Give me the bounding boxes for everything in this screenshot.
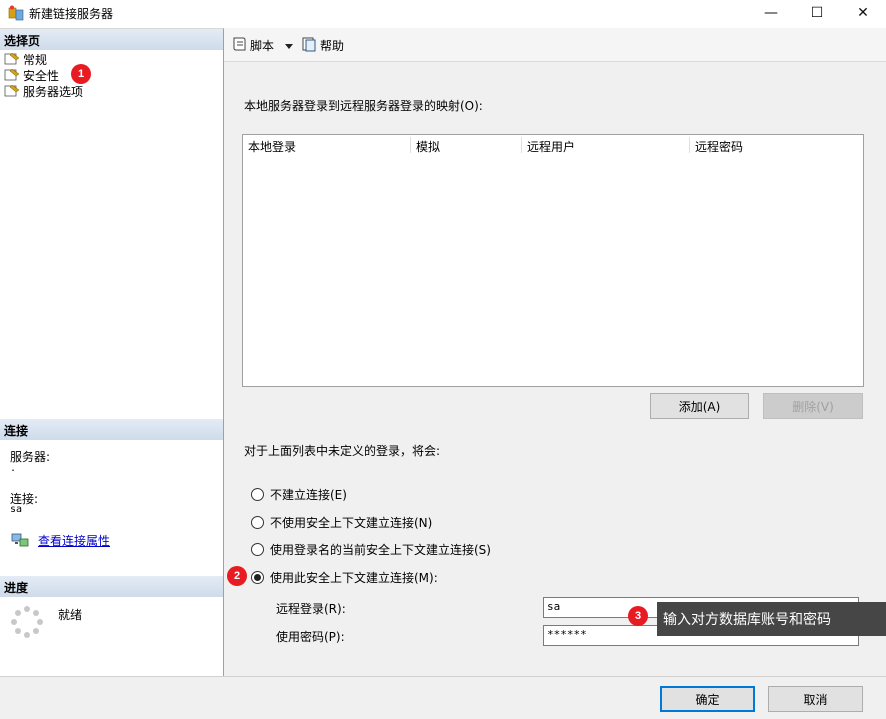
- script-icon: [231, 36, 247, 55]
- annotation-tooltip: 输入对方数据库账号和密码: [657, 602, 886, 636]
- help-label: 帮助: [320, 39, 345, 53]
- annotation-badge-2: 2: [227, 566, 247, 586]
- script-label: 脚本: [250, 39, 275, 53]
- radio-button[interactable]: [251, 488, 264, 501]
- help-icon: [301, 36, 317, 55]
- connection-properties-icon: [11, 532, 29, 551]
- page-item-label: 常规: [23, 52, 48, 67]
- radio-label: 不使用安全上下文建立连接(N): [270, 516, 433, 530]
- remove-button[interactable]: 删除(V): [763, 393, 863, 419]
- mapping-label: 本地服务器登录到远程服务器登录的映射(O):: [244, 99, 483, 113]
- maximize-button[interactable]: ☐: [794, 0, 840, 26]
- script-button[interactable]: 脚本: [231, 36, 274, 55]
- annotation-badge-3: 3: [628, 606, 648, 626]
- connection-header: 连接: [0, 419, 223, 440]
- radio-current-security-context[interactable]: 使用登录名的当前安全上下文建立连接(S): [251, 541, 491, 558]
- page-item-server-options[interactable]: 服务器选项: [4, 83, 83, 99]
- page-icon: [4, 52, 20, 66]
- radio-button[interactable]: [251, 543, 264, 556]
- login-mapping-grid[interactable]: 本地登录 模拟 远程用户 远程密码: [242, 134, 864, 387]
- page-item-label: 安全性: [23, 68, 60, 83]
- column-header-impersonate[interactable]: 模拟: [416, 138, 440, 155]
- page-item-security[interactable]: 安全性: [4, 67, 59, 83]
- radio-button[interactable]: [251, 516, 264, 529]
- help-button[interactable]: 帮助: [301, 36, 344, 55]
- radio-label: 不建立连接(E): [270, 488, 347, 502]
- view-connection-properties-link[interactable]: 查看连接属性: [38, 532, 110, 549]
- column-header-local-login[interactable]: 本地登录: [248, 138, 296, 155]
- connection-value: sa: [10, 504, 23, 515]
- column-divider: [521, 137, 522, 153]
- server-value: .: [10, 463, 17, 474]
- title-bar: 新建链接服务器 — ☐ ✕: [0, 0, 886, 28]
- page-icon: [4, 84, 20, 98]
- window-title: 新建链接服务器: [29, 7, 114, 21]
- ok-button[interactable]: 确定: [660, 686, 755, 712]
- close-button[interactable]: ✕: [840, 0, 886, 26]
- linked-server-icon: [8, 5, 24, 21]
- progress-spinner-icon: [11, 606, 43, 638]
- column-divider: [410, 137, 411, 153]
- select-page-header: 选择页: [0, 29, 223, 50]
- minimize-button[interactable]: —: [748, 0, 794, 26]
- chevron-down-icon[interactable]: [285, 39, 293, 53]
- undefined-login-label: 对于上面列表中未定义的登录，将会:: [244, 444, 441, 458]
- progress-header: 进度: [0, 576, 223, 597]
- toolbar: 脚本 帮助: [224, 28, 886, 62]
- cancel-button[interactable]: 取消: [768, 686, 863, 712]
- radio-this-security-context[interactable]: 使用此安全上下文建立连接(M):: [251, 569, 438, 586]
- annotation-badge-1: 1: [71, 64, 91, 84]
- remote-login-label: 远程登录(R):: [276, 602, 346, 616]
- radio-no-security-context[interactable]: 不使用安全上下文建立连接(N): [251, 514, 432, 531]
- page-item-general[interactable]: 常规: [4, 51, 47, 67]
- radio-label: 使用登录名的当前安全上下文建立连接(S): [270, 543, 491, 557]
- radio-label: 使用此安全上下文建立连接(M):: [270, 571, 438, 585]
- column-header-remote-user[interactable]: 远程用户: [527, 138, 575, 155]
- page-icon: [4, 68, 20, 82]
- progress-status: 就绪: [58, 608, 83, 622]
- column-header-remote-password[interactable]: 远程密码: [695, 138, 743, 155]
- radio-no-connection[interactable]: 不建立连接(E): [251, 486, 347, 503]
- add-button[interactable]: 添加(A): [650, 393, 749, 419]
- radio-button-selected[interactable]: [251, 571, 264, 584]
- password-label: 使用密码(P):: [276, 630, 345, 644]
- column-divider: [689, 137, 690, 153]
- page-item-label: 服务器选项: [23, 84, 84, 99]
